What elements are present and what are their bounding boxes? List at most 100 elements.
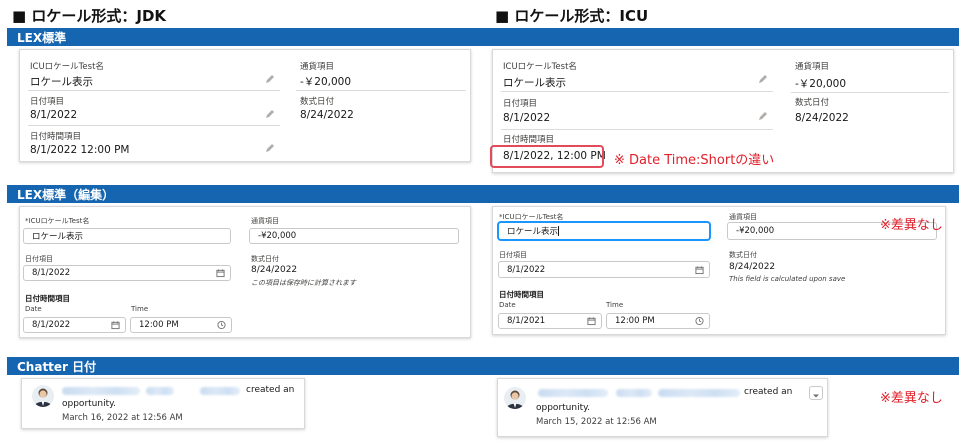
redacted-user bbox=[658, 389, 740, 397]
chatter-action: created an bbox=[744, 387, 793, 397]
chatter-timestamp[interactable]: March 16, 2022 at 12:56 AM bbox=[62, 413, 183, 423]
redacted-company bbox=[538, 389, 608, 397]
pencil-icon[interactable] bbox=[265, 109, 275, 119]
difference-note: ※ Date Time:Shortの違い bbox=[614, 153, 775, 168]
divider bbox=[28, 125, 280, 126]
time-sub-label: Time bbox=[131, 305, 149, 313]
date-input-value: 8/1/2022 bbox=[32, 268, 71, 278]
pencil-icon[interactable] bbox=[758, 111, 768, 121]
field-label: 通貨項目 bbox=[795, 62, 830, 72]
formula-hint: This field is calculated upon save bbox=[729, 275, 846, 283]
field-label: ICUロケールTest名 bbox=[503, 62, 577, 72]
clock-icon[interactable] bbox=[695, 316, 704, 326]
datetime-date-input[interactable]: 8/1/2022 bbox=[23, 317, 126, 333]
field-label: 日付時間項目 bbox=[30, 132, 82, 142]
view-card-jdk: ICUロケールTest名 ロケール表示 日付項目 8/1/2022 日付時間項目… bbox=[19, 49, 471, 162]
chatter-object: opportunity. bbox=[62, 399, 117, 409]
field-value: -￥20,000 bbox=[795, 78, 847, 90]
edit-card-jdk: *ICUロケールTest名 ロケール表示 日付項目 8/1/2022 日付時間項… bbox=[19, 206, 471, 338]
field-value: ロケール表示 bbox=[30, 76, 93, 88]
divider bbox=[501, 91, 773, 92]
chatter-object: opportunity. bbox=[536, 403, 591, 413]
formula-hint: この項目は保存時に計算されます bbox=[251, 279, 356, 287]
redacted-group bbox=[146, 387, 174, 395]
band-lex-edit-label: LEX標準（編集） bbox=[17, 187, 115, 202]
jdk-header: ■ ロケール形式：JDK bbox=[12, 7, 167, 25]
datetime-label: 日付時間項目 bbox=[499, 290, 544, 299]
field-value: 8/1/2022 bbox=[30, 109, 78, 121]
pencil-icon[interactable] bbox=[265, 143, 275, 153]
datetime-time-value: 12:00 PM bbox=[615, 316, 655, 326]
field-value: 8/24/2022 bbox=[795, 112, 849, 124]
name-input-value: ロケール表示 bbox=[507, 227, 559, 237]
band-lex-edit: LEX標準（編集） bbox=[7, 185, 959, 203]
redacted-user bbox=[200, 387, 240, 395]
avatar[interactable] bbox=[32, 385, 54, 407]
date-input[interactable]: 8/1/2022 bbox=[23, 265, 231, 281]
datetime-date-input[interactable]: 8/1/2021 bbox=[498, 313, 602, 329]
date-sub-label: Date bbox=[499, 301, 516, 309]
currency-label: 通貨項目 bbox=[251, 217, 279, 225]
datetime-time-value: 12:00 PM bbox=[139, 320, 179, 330]
edit-card-icu: *ICUロケールTest名 ロケール表示 日付項目 8/1/2022 日付時間項… bbox=[492, 206, 946, 335]
formula-label: 数式日付 bbox=[251, 255, 279, 263]
chevron-down-icon bbox=[813, 394, 819, 398]
field-value: -￥20,000 bbox=[300, 76, 352, 88]
person-icon bbox=[34, 388, 52, 407]
field-label: 日付時間項目 bbox=[503, 135, 555, 145]
pencil-icon[interactable] bbox=[265, 74, 275, 84]
avatar[interactable] bbox=[504, 387, 526, 409]
currency-label: 通貨項目 bbox=[729, 213, 757, 221]
field-value: ロケール表示 bbox=[503, 77, 566, 89]
name-input[interactable]: ロケール表示 bbox=[498, 222, 710, 240]
field-label: ICUロケールTest名 bbox=[30, 62, 104, 72]
name-label: *ICUロケールTest名 bbox=[25, 217, 90, 225]
field-label: 通貨項目 bbox=[300, 62, 335, 72]
redacted-group bbox=[616, 389, 652, 397]
divider bbox=[28, 90, 280, 91]
date-input[interactable]: 8/1/2022 bbox=[498, 261, 710, 278]
datetime-date-value: 8/1/2021 bbox=[507, 316, 546, 326]
chatter-action: created an bbox=[246, 385, 295, 395]
field-label: 数式日付 bbox=[795, 98, 830, 108]
calendar-icon[interactable] bbox=[587, 317, 596, 326]
formula-label: 数式日付 bbox=[729, 251, 757, 259]
date-label: 日付項目 bbox=[25, 255, 53, 263]
date-sub-label: Date bbox=[25, 305, 42, 313]
field-label: 日付項目 bbox=[503, 99, 538, 109]
band-lex-standard-label: LEX標準 bbox=[17, 30, 67, 45]
datetime-label: 日付時間項目 bbox=[25, 294, 70, 303]
no-difference-note-edit: ※差異なし bbox=[880, 218, 943, 233]
clock-icon[interactable] bbox=[217, 320, 226, 330]
datetime-date-value: 8/1/2022 bbox=[32, 320, 71, 330]
formula-value: 8/24/2022 bbox=[251, 265, 298, 275]
feed-menu-button[interactable] bbox=[809, 386, 823, 400]
band-lex-standard: LEX標準 bbox=[7, 28, 959, 46]
band-chatter-label: Chatter 日付 bbox=[17, 359, 97, 374]
text-cursor bbox=[558, 226, 560, 236]
field-label: 数式日付 bbox=[300, 97, 335, 107]
datetime-time-input[interactable]: 12:00 PM bbox=[606, 313, 710, 329]
calendar-icon[interactable] bbox=[111, 321, 120, 330]
date-input-value: 8/1/2022 bbox=[507, 264, 546, 275]
divider bbox=[501, 129, 773, 130]
chatter-timestamp[interactable]: March 15, 2022 at 12:56 AM bbox=[536, 417, 657, 427]
pencil-icon[interactable] bbox=[758, 74, 768, 84]
date-label: 日付項目 bbox=[499, 251, 527, 259]
calendar-icon[interactable] bbox=[216, 269, 225, 278]
field-value: 8/1/2022 bbox=[503, 112, 551, 124]
datetime-time-input[interactable]: 12:00 PM bbox=[130, 317, 232, 333]
calendar-icon[interactable] bbox=[695, 265, 704, 274]
icu-header: ■ ロケール形式：ICU bbox=[495, 7, 649, 25]
chatter-card-icu: created an opportunity. March 15, 2022 a… bbox=[497, 378, 828, 437]
name-label: *ICUロケールTest名 bbox=[499, 213, 564, 221]
field-label: 日付項目 bbox=[30, 97, 65, 107]
field-value: 8/1/2022 12:00 PM bbox=[30, 144, 130, 156]
chatter-card-jdk: created an opportunity. March 16, 2022 a… bbox=[21, 378, 305, 429]
divider bbox=[296, 90, 466, 91]
redacted-company bbox=[62, 387, 140, 395]
divider bbox=[791, 92, 949, 93]
formula-value: 8/24/2022 bbox=[729, 262, 776, 272]
currency-input[interactable]: -¥20,000 bbox=[249, 228, 459, 244]
name-input[interactable]: ロケール表示 bbox=[23, 228, 231, 244]
